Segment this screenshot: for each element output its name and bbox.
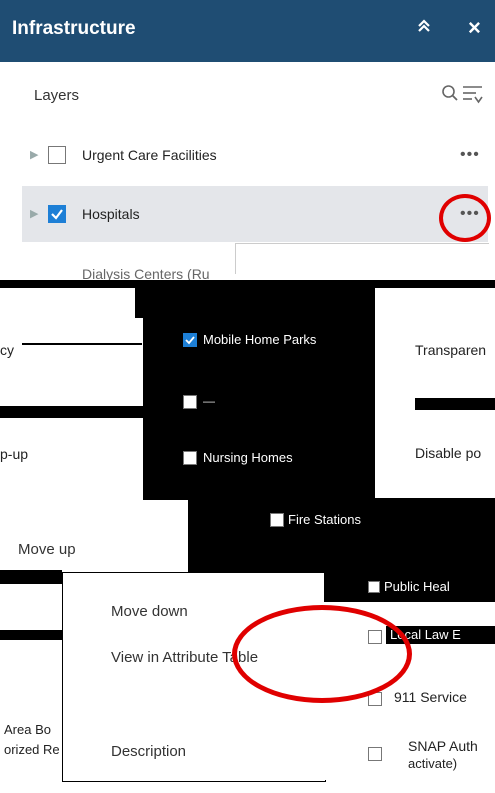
menu-fragment: cy	[0, 342, 14, 358]
layer-label: Area Bo	[4, 722, 51, 737]
render-artifact: Public Heal	[324, 572, 495, 602]
sublayer-label: Nursing Homes	[203, 450, 293, 465]
layer-label: orized Re	[4, 742, 60, 757]
double-chevron-up-icon[interactable]	[416, 18, 432, 39]
render-artifact	[0, 570, 62, 584]
layer-row-hospitals[interactable]: ▶ Hospitals •••	[22, 186, 488, 242]
layers-label: Layers	[34, 87, 80, 104]
layer-options-icon[interactable]: •••	[460, 146, 480, 164]
sublayer-row: Nursing Homes	[179, 450, 369, 466]
sublayer-checkbox[interactable]	[183, 451, 197, 465]
sublayer-checkbox[interactable]	[368, 747, 382, 761]
highlight-ellipse	[232, 605, 412, 703]
layer-checkbox[interactable]	[48, 146, 66, 164]
sublayer-label: —	[203, 394, 215, 408]
panel-title: Infrastructure	[12, 18, 136, 39]
left-menu-fragment: cy p-up	[0, 288, 145, 568]
right-menu-fragment: Transparen Disable po	[375, 288, 495, 498]
layer-label: Hospitals	[82, 206, 140, 222]
sublayer-label: Public Heal	[384, 579, 450, 594]
menu-fragment: Transparen	[415, 342, 487, 358]
layer-checkbox-checked[interactable]	[48, 205, 66, 223]
description-item[interactable]: Description	[111, 743, 186, 760]
filter-list-icon[interactable]	[462, 84, 484, 108]
menu-fragment: p-up	[0, 446, 29, 462]
sublayer-window-artifact: Fire Stations	[188, 498, 495, 573]
sublayer-checkbox-checked[interactable]	[183, 333, 197, 347]
layer-label: Urgent Care Facilities	[82, 147, 217, 163]
sublayer-checkbox[interactable]	[270, 513, 284, 527]
sublayer-row: —	[179, 394, 369, 410]
context-menu-edge	[235, 243, 489, 274]
sublayer-label: activate)	[408, 756, 458, 771]
render-artifact	[22, 343, 142, 345]
menu-fragment: Disable po	[415, 445, 482, 461]
render-artifact	[0, 630, 62, 640]
sublayer-label: 911 Service	[394, 689, 467, 705]
panel-header: Infrastructure ×	[0, 0, 495, 62]
render-artifact	[0, 406, 145, 418]
sublayer-window-artifact: Mobile Home Parks — Nursing Homes	[143, 280, 375, 500]
sublayer-checkbox[interactable]	[368, 581, 380, 593]
close-icon[interactable]: ×	[468, 15, 481, 41]
layer-row-urgent-care[interactable]: ▶ Urgent Care Facilities •••	[22, 128, 488, 184]
left-layer-strip: Area Bo orized Re	[0, 570, 62, 780]
search-icon[interactable]	[441, 84, 459, 106]
sublayer-label: SNAP Auth	[408, 738, 478, 754]
render-artifact	[415, 398, 495, 410]
sublayer-label: Mobile Home Parks	[203, 332, 317, 347]
expand-caret-icon[interactable]: ▶	[30, 207, 38, 220]
sublayer-row: Mobile Home Parks	[179, 332, 369, 348]
highlight-circle	[439, 194, 491, 242]
sublayer-label: Fire Stations	[288, 512, 361, 527]
move-down-item[interactable]: Move down	[111, 603, 188, 620]
sublayer-checkbox[interactable]	[183, 395, 197, 409]
expand-caret-icon[interactable]: ▶	[30, 148, 38, 161]
move-up-item[interactable]: Move up	[18, 541, 76, 558]
